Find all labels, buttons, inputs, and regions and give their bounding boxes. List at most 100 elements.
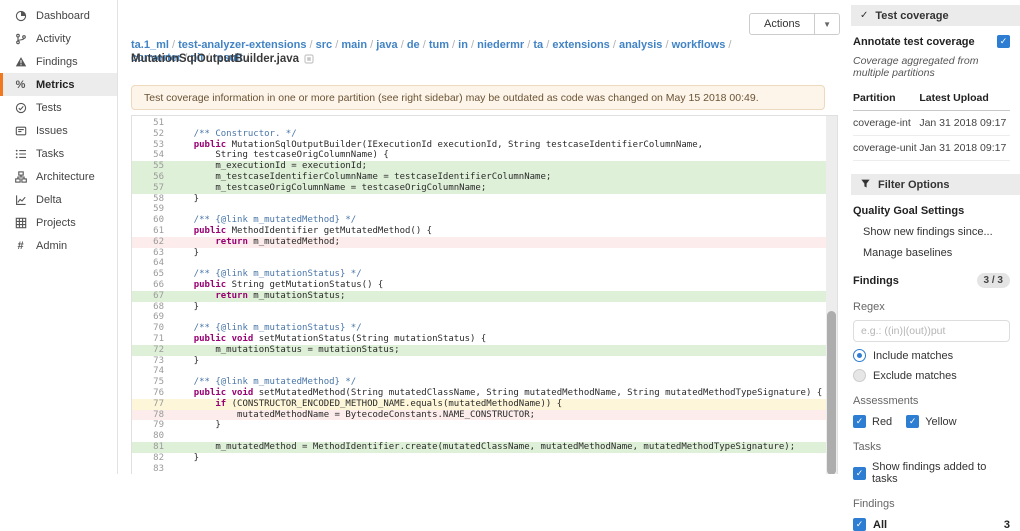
filter-options-section-header[interactable]: Filter Options xyxy=(851,174,1020,195)
code-line[interactable]: 58 } xyxy=(132,194,837,205)
code-line[interactable]: 68 } xyxy=(132,302,837,313)
sidebar-item-dashboard[interactable]: Dashboard xyxy=(0,4,117,27)
code-line[interactable]: 66 public String getMutationStatus() { xyxy=(132,280,837,291)
annotate-coverage-checkbox[interactable] xyxy=(997,35,1010,48)
breadcrumb-link[interactable]: main xyxy=(341,39,367,51)
exclude-matches-option[interactable]: Exclude matches xyxy=(853,369,1010,382)
sidebar-item-issues[interactable]: Issues xyxy=(0,119,117,142)
breadcrumb-link[interactable]: extensions xyxy=(552,39,609,51)
code-line-text: /** Constructor. */ xyxy=(172,128,297,139)
code-line[interactable]: 74 xyxy=(132,366,837,377)
breadcrumb-link[interactable]: niedermr xyxy=(477,39,524,51)
assessment-red-option[interactable]: Red xyxy=(853,415,892,428)
assessment-yellow-checkbox[interactable] xyxy=(906,415,920,428)
regex-label: Regex xyxy=(853,301,885,313)
code-line[interactable]: 61 public MethodIdentifier getMutatedMet… xyxy=(132,226,837,237)
line-number: 52 xyxy=(153,128,164,139)
show-findings-tasks-option[interactable]: Show findings added to tasks xyxy=(853,461,1010,485)
code-line[interactable]: 56 m_testcaseIdentifierColumnName = test… xyxy=(132,171,837,183)
findings-all-option[interactable]: All 3 xyxy=(853,518,1010,531)
code-line[interactable]: 59 xyxy=(132,204,837,215)
assessment-yellow-option[interactable]: Yellow xyxy=(906,415,957,428)
show-new-findings-link[interactable]: Show new findings since... xyxy=(863,226,1010,238)
breadcrumb-separator: / xyxy=(467,39,478,51)
exclude-matches-radio[interactable] xyxy=(853,369,866,382)
exclude-matches-label: Exclude matches xyxy=(873,369,957,382)
code-line[interactable]: 80 xyxy=(132,431,837,442)
code-line[interactable]: 82 } xyxy=(132,453,837,464)
code-line[interactable]: 54 String testcaseOrigColumnName) { xyxy=(132,150,837,161)
line-number: 53 xyxy=(153,139,164,150)
sidebar-item-projects[interactable]: Projects xyxy=(0,211,117,234)
code-scrollbar-thumb[interactable] xyxy=(827,311,836,474)
code-line[interactable]: 52 /** Constructor. */ xyxy=(132,129,837,140)
sidebar-item-tasks[interactable]: Tasks xyxy=(0,142,117,165)
code-line[interactable]: 76 public void setMutatedMethod(String m… xyxy=(132,388,837,399)
include-matches-radio[interactable] xyxy=(853,349,866,362)
sidebar-item-architecture[interactable]: Architecture xyxy=(0,165,117,188)
sidebar-item-tests[interactable]: Tests xyxy=(0,96,117,119)
code-line[interactable]: 67 return m_mutationStatus; xyxy=(132,290,837,302)
breadcrumb-link[interactable]: de xyxy=(407,39,420,51)
breadcrumb-link[interactable]: workflows xyxy=(672,39,726,51)
chevron-down-icon[interactable]: ▼ xyxy=(814,14,839,34)
breadcrumb-separator: / xyxy=(524,39,534,51)
sidebar-item-delta[interactable]: Delta xyxy=(0,188,117,211)
sidebar-item-admin[interactable]: # Admin xyxy=(0,234,117,257)
sidebar-item-activity[interactable]: Activity xyxy=(0,27,117,50)
sidebar-item-findings[interactable]: Findings xyxy=(0,50,117,73)
code-line[interactable]: 78 mutatedMethodName = BytecodeConstants… xyxy=(132,409,837,421)
line-number: 71 xyxy=(153,333,164,344)
breadcrumb-link[interactable]: in xyxy=(458,39,468,51)
code-line[interactable]: 62 return m_mutatedMethod; xyxy=(132,236,837,248)
code-line[interactable]: 70 /** {@link m_mutationStatus} */ xyxy=(132,323,837,334)
code-line[interactable]: 73 } xyxy=(132,356,837,367)
actions-button-label[interactable]: Actions xyxy=(750,14,814,34)
code-line[interactable]: 63 } xyxy=(132,248,837,259)
line-number: 83 xyxy=(153,463,164,474)
breadcrumb-separator: / xyxy=(609,39,619,51)
breadcrumb-link[interactable]: ta.1_ml xyxy=(131,39,169,51)
show-findings-tasks-checkbox[interactable] xyxy=(853,466,866,480)
line-number: 60 xyxy=(153,215,164,226)
code-line[interactable]: 71 public void setMutationStatus(String … xyxy=(132,334,837,345)
findings-all-checkbox[interactable] xyxy=(853,518,866,531)
code-line[interactable]: 51 xyxy=(132,118,837,129)
code-line[interactable]: 83 xyxy=(132,464,837,475)
code-line[interactable]: 79 } xyxy=(132,420,837,431)
code-line-text: public String getMutationStatus() { xyxy=(193,279,384,290)
code-line[interactable]: 64 xyxy=(132,258,837,269)
sidebar-item-metrics[interactable]: % Metrics xyxy=(0,73,117,96)
code-line[interactable]: 65 /** {@link m_mutationStatus} */ xyxy=(132,269,837,280)
code-line[interactable]: 57 m_testcaseOrigColumnName = testcaseOr… xyxy=(132,182,837,194)
breadcrumb-link[interactable]: ta xyxy=(533,39,543,51)
actions-button[interactable]: Actions ▼ xyxy=(749,13,840,35)
code-scrollbar[interactable] xyxy=(826,116,837,474)
code-line[interactable]: 69 xyxy=(132,312,837,323)
code-line[interactable]: 60 /** {@link m_mutatedMethod} */ xyxy=(132,215,837,226)
test-coverage-section-header[interactable]: ✓ Test coverage xyxy=(851,5,1020,26)
code-line[interactable]: 53 public MutationSqlOutputBuilder(IExec… xyxy=(132,140,837,151)
breadcrumb-link[interactable]: src xyxy=(316,39,333,51)
manage-baselines-link[interactable]: Manage baselines xyxy=(863,247,1010,259)
filter-icon xyxy=(860,178,871,192)
code-line[interactable]: 75 /** {@link m_mutatedMethod} */ xyxy=(132,377,837,388)
code-line[interactable]: 77 if (CONSTRUCTOR_ENCODED_METHOD_NAME.e… xyxy=(132,398,837,410)
findings-all-label: All xyxy=(873,518,888,531)
regex-input[interactable] xyxy=(853,320,1010,342)
breadcrumb-link[interactable]: java xyxy=(376,39,397,51)
breadcrumb-link[interactable]: tum xyxy=(429,39,449,51)
assessment-red-checkbox[interactable] xyxy=(853,415,866,428)
include-matches-option[interactable]: Include matches xyxy=(853,349,1010,362)
code-line-text: m_mutationStatus = mutationStatus; xyxy=(172,344,400,355)
code-line[interactable]: 81 m_mutatedMethod = MethodIdentifier.cr… xyxy=(132,441,837,453)
breadcrumb-separator: / xyxy=(397,39,407,51)
code-line[interactable]: 72 m_mutationStatus = mutationStatus; xyxy=(132,344,837,356)
file-annotation-icon[interactable] xyxy=(304,54,314,64)
code-line[interactable]: 55 m_executionId = executionId; xyxy=(132,161,837,172)
breadcrumb-link[interactable]: analysis xyxy=(619,39,662,51)
breadcrumb-link[interactable]: test-analyzer-extensions xyxy=(178,39,306,51)
show-findings-tasks-label: Show findings added to tasks xyxy=(872,461,987,485)
